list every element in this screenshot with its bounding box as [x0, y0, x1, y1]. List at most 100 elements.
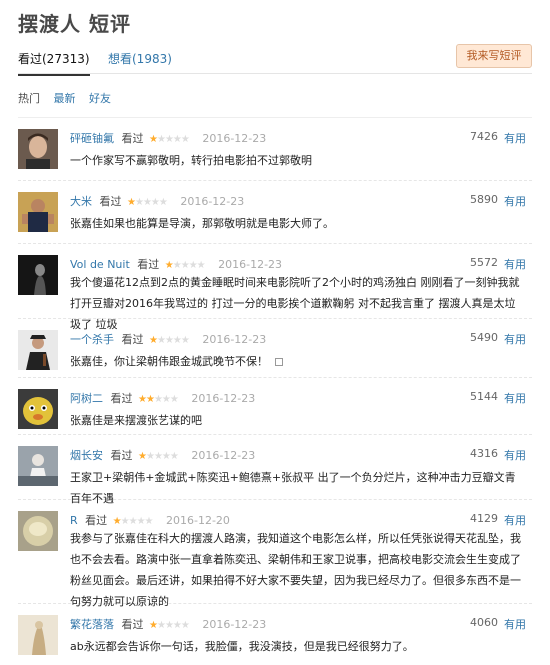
comment-item: 一个杀手 看过 ★★★★★ 2016-12-23 5490 有用 张嘉佳，你让梁… — [18, 319, 532, 378]
sort-latest[interactable]: 最新 — [54, 90, 76, 106]
comment-user[interactable]: 繁花落落 — [70, 618, 114, 631]
avatar[interactable] — [18, 129, 58, 169]
comment-user[interactable]: 阿树二 — [70, 392, 103, 405]
comment-text: 我参与了张嘉佳在科大的摆渡人路演，我知道这个电影怎么样，所以任凭张说得天花乱坠，… — [70, 532, 521, 608]
avatar-image-6 — [18, 446, 58, 486]
avatar-image-3 — [18, 255, 58, 295]
rating-stars: ★★★★★ — [127, 197, 168, 208]
avatar[interactable] — [18, 192, 58, 232]
star-filled-icon: ★ — [145, 394, 155, 405]
useful-button[interactable]: 有用 — [504, 447, 526, 463]
sort-friends[interactable]: 好友 — [89, 90, 111, 106]
comment-item: Vol de Nuit 看过 ★★★★★ 2016-12-23 5572 有用 … — [18, 244, 532, 331]
vote-count: 4129 — [470, 512, 498, 525]
rating-stars: ★★★★★ — [138, 451, 179, 462]
useful-button[interactable]: 有用 — [504, 256, 526, 272]
rating-stars: ★★★★★ — [149, 335, 190, 346]
star-empty-icon: ★ — [180, 335, 190, 346]
vote-count: 5572 — [470, 256, 498, 269]
star-filled-icon: ★ — [149, 134, 158, 145]
image-icon[interactable] — [274, 358, 283, 366]
avatar[interactable] — [18, 511, 58, 551]
rating-stars: ★★★★★ — [164, 260, 206, 271]
star-empty-icon: ★ — [196, 260, 206, 271]
useful-button[interactable]: 有用 — [504, 331, 526, 347]
sort-hot[interactable]: 热门 — [18, 90, 40, 106]
comment-date: 2016-12-20 — [166, 514, 230, 527]
star-empty-icon: ★ — [144, 516, 154, 527]
comment-item: 烟长安 看过 ★★★★★ 2016-12-23 4316 有用 王家卫+梁朝伟+… — [18, 435, 532, 505]
comment-date: 2016-12-23 — [202, 132, 267, 145]
star-empty-icon: ★ — [169, 394, 179, 405]
star-empty-icon: ★ — [164, 335, 174, 346]
write-review-button[interactable]: 我来写短评 — [456, 44, 532, 68]
star-empty-icon: ★ — [136, 516, 146, 527]
comment-user[interactable]: 大米 — [70, 195, 92, 208]
tabs-bar: 看过(27313) 想看(1983) 我来写短评 — [18, 44, 532, 76]
star-empty-icon: ★ — [172, 260, 182, 271]
avatar[interactable] — [18, 389, 58, 429]
star-empty-icon: ★ — [153, 394, 163, 405]
comment-user[interactable]: 一个杀手 — [70, 333, 114, 346]
useful-button[interactable]: 有用 — [504, 390, 526, 406]
comment-user[interactable]: Vol de Nuit — [70, 258, 130, 271]
vote-count: 5490 — [470, 331, 498, 344]
avatar[interactable] — [18, 255, 58, 295]
comment-item: 砰砸铀氟 看过 ★★★★★ 2016-12-23 7426 有用 一个作家写不赢… — [18, 118, 532, 181]
star-empty-icon: ★ — [172, 620, 182, 631]
star-empty-icon: ★ — [134, 197, 144, 208]
star-filled-icon: ★ — [149, 335, 158, 346]
rating-stars: ★★★★★ — [149, 134, 190, 145]
star-filled-icon: ★ — [138, 451, 147, 462]
star-filled-icon: ★ — [164, 260, 174, 271]
comment-text: 张嘉佳是来摆渡张艺谋的吧 — [70, 414, 202, 427]
star-filled-icon: ★ — [112, 516, 122, 527]
comment-item: 大米 看过 ★★★★★ 2016-12-23 5890 有用 张嘉佳如果也能算是… — [18, 181, 532, 244]
star-filled-icon: ★ — [138, 394, 147, 405]
comment-status: 看过 — [85, 514, 108, 527]
avatar-image-1 — [18, 129, 58, 169]
comment-user[interactable]: R — [70, 514, 78, 527]
page-title: 摆渡人 短评 — [18, 12, 131, 36]
useful-button[interactable]: 有用 — [504, 512, 526, 528]
avatar[interactable] — [18, 615, 58, 655]
comment-text: 张嘉佳，你让梁朝伟跟金城武晚节不保！ — [70, 351, 526, 372]
avatar-image-7 — [18, 511, 58, 551]
comment-status: 看过 — [99, 195, 122, 208]
tab-want[interactable]: 想看(1983) — [108, 50, 172, 67]
comment-user[interactable]: 烟长安 — [70, 449, 103, 462]
useful-button[interactable]: 有用 — [504, 193, 526, 209]
comment-date: 2016-12-23 — [191, 392, 256, 405]
vote-count: 4316 — [470, 447, 498, 460]
rating-stars: ★★★★★ — [138, 394, 179, 405]
comment-date: 2016-12-23 — [180, 195, 245, 208]
vote-count: 5890 — [470, 193, 498, 206]
comment-status: 看过 — [121, 132, 144, 145]
avatar[interactable] — [18, 446, 58, 486]
star-empty-icon: ★ — [150, 197, 160, 208]
comment-text: 张嘉佳如果也能算是导演，那郭敬明就是电影大师了。 — [70, 217, 334, 230]
avatar-image-4 — [18, 330, 58, 370]
tab-watched[interactable]: 看过(27313) — [18, 50, 90, 76]
rating-stars: ★★★★★ — [112, 516, 154, 527]
useful-button[interactable]: 有用 — [504, 616, 526, 632]
star-empty-icon: ★ — [156, 620, 166, 631]
comment-status: 看过 — [110, 449, 133, 462]
comment-date: 2016-12-23 — [202, 618, 267, 631]
comment-date: 2016-12-23 — [202, 333, 267, 346]
comment-text-body: 张嘉佳，你让梁朝伟跟金城武晚节不保！ — [70, 355, 268, 368]
comment-item: 繁花落落 看过 ★★★★★ 2016-12-23 4060 有用 ab永远都会告… — [18, 604, 532, 665]
useful-button[interactable]: 有用 — [504, 130, 526, 146]
comment-status: 看过 — [121, 618, 144, 631]
star-empty-icon: ★ — [161, 451, 171, 462]
avatar-image-2 — [18, 192, 58, 232]
star-empty-icon: ★ — [158, 197, 168, 208]
comment-date: 2016-12-23 — [191, 449, 256, 462]
star-empty-icon: ★ — [180, 134, 190, 145]
star-empty-icon: ★ — [145, 451, 155, 462]
comment-status: 看过 — [121, 333, 144, 346]
comment-user[interactable]: 砰砸铀氟 — [70, 132, 114, 145]
comment-item: R 看过 ★★★★★ 2016-12-20 4129 有用 我参与了张嘉佳在科大… — [18, 500, 532, 608]
star-empty-icon: ★ — [153, 451, 163, 462]
avatar[interactable] — [18, 330, 58, 370]
